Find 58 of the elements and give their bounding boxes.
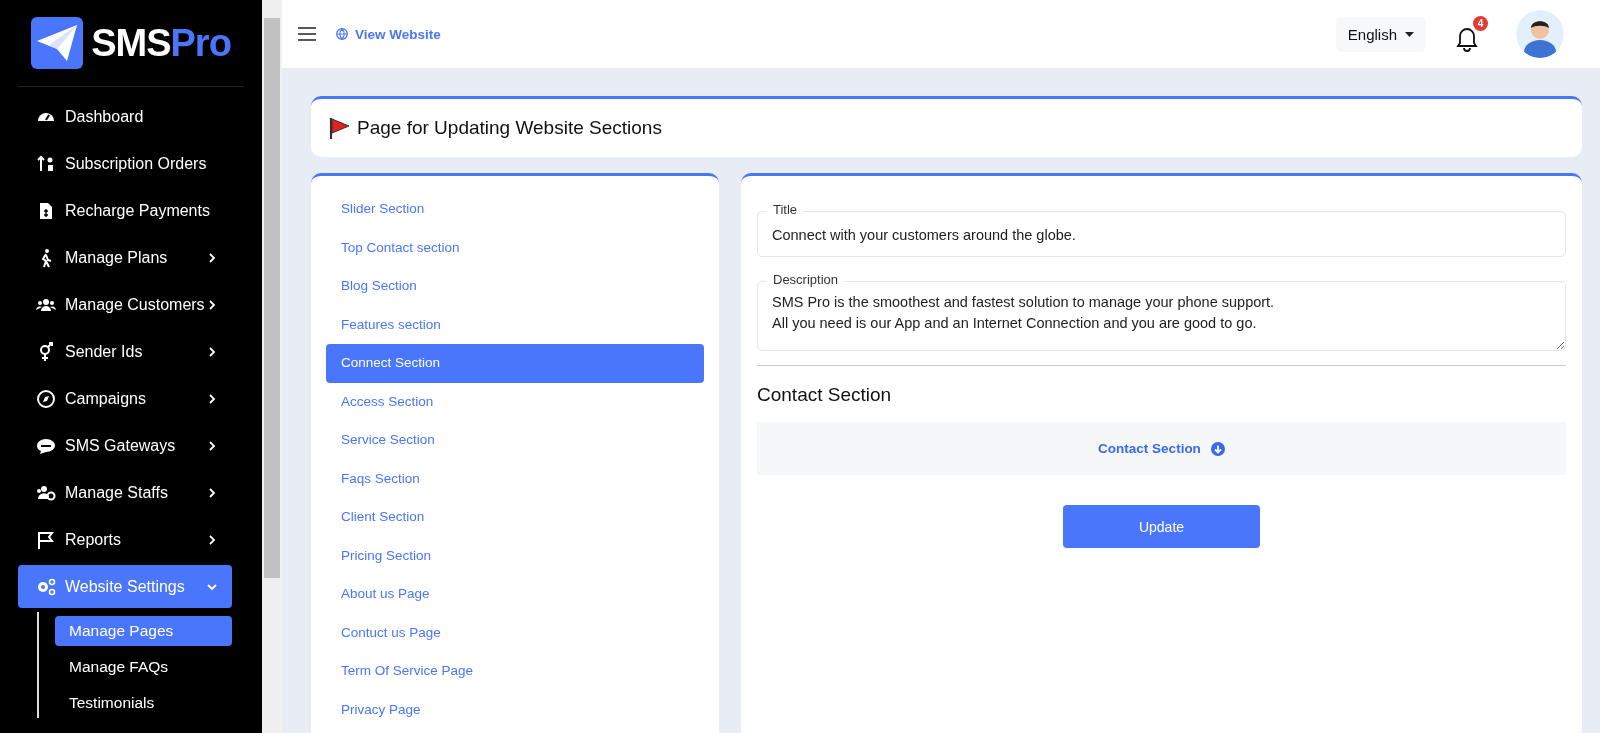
field-label: Description <box>767 272 845 287</box>
page-title: Page for Updating Website Sections <box>357 117 662 139</box>
sidebar-menu-item[interactable]: Manage Customers <box>18 283 232 326</box>
section-link[interactable]: Faqs Section <box>326 459 704 498</box>
section-link[interactable]: Contuct us Page <box>326 613 704 652</box>
chevron-icon <box>206 439 218 452</box>
chevron-icon <box>206 486 218 499</box>
section-heading: Contact Section <box>757 384 893 406</box>
section-link[interactable]: Access Section <box>326 382 704 421</box>
sidebar-menu-item[interactable]: Sender Ids <box>18 330 232 373</box>
menu-icon[interactable] <box>298 27 316 41</box>
chevron-icon <box>206 345 218 358</box>
sidebar-menu-item[interactable]: Website Settings <box>18 565 232 608</box>
view-website-link[interactable]: View Website <box>336 26 441 42</box>
section-link[interactable]: Client Section <box>326 498 704 537</box>
section-link[interactable]: Top Contact section <box>326 228 704 267</box>
arrow-circle-icon <box>1210 441 1225 456</box>
sidebar-menu-item[interactable]: Subscription Orders <box>18 142 232 185</box>
language-dropdown[interactable]: English <box>1335 16 1426 52</box>
flag-icon <box>327 116 351 140</box>
section-link[interactable]: Service Section <box>326 421 704 460</box>
sidebar-menu-item[interactable]: Manage Plans <box>18 236 232 279</box>
compass-icon <box>36 388 56 409</box>
sidebar-menu-item[interactable]: Reports <box>18 518 232 561</box>
notification-badge: 4 <box>1473 15 1488 31</box>
section-link[interactable]: Features section <box>326 305 704 344</box>
submenu-item[interactable]: Manage Pages <box>55 616 232 646</box>
sidebar-menu-item[interactable]: Manage Staffs <box>18 471 232 514</box>
sidebar-menu-item[interactable]: Campaigns <box>18 377 232 420</box>
flag-icon <box>36 529 56 550</box>
section-link[interactable]: Slider Section <box>326 190 704 229</box>
sidebar-scrollbar[interactable] <box>262 0 282 733</box>
globe-icon <box>336 28 348 40</box>
section-link[interactable]: About us Page <box>326 575 704 614</box>
caret-icon <box>1405 31 1414 37</box>
submenu-item[interactable]: Manage FAQs <box>55 652 232 682</box>
notification-button[interactable]: 4 <box>1454 15 1488 53</box>
paper-plane-logo-icon <box>31 17 84 69</box>
section-link[interactable]: Term Of Service Page <box>326 652 704 691</box>
submenu-item[interactable]: Testimonials <box>55 688 232 718</box>
chevron-icon <box>206 392 218 405</box>
update-button[interactable]: Update <box>1063 505 1260 548</box>
chevron-icon <box>206 533 218 546</box>
section-link[interactable]: Pricing Section <box>326 536 704 575</box>
avatar[interactable] <box>1516 10 1564 58</box>
accordion-toggle[interactable]: Contact Section <box>757 422 1566 475</box>
sidebar-menu-item[interactable]: SMS Gateways <box>18 424 232 467</box>
section-link[interactable]: Privacy Page <box>326 690 704 729</box>
gears-icon <box>36 576 56 597</box>
sidebar-menu-item[interactable]: Recharge Payments <box>18 189 232 232</box>
app-logo-text: SMSPro <box>91 21 231 65</box>
section-link[interactable]: Connect Section <box>326 344 704 383</box>
chevron-icon <box>206 251 218 264</box>
chevron-icon <box>206 298 218 311</box>
section-link[interactable]: Blog Section <box>326 267 704 306</box>
field-label: Title <box>767 202 804 217</box>
sort-icon <box>36 153 56 174</box>
sidebar-menu-item[interactable]: Dashboard <box>18 95 232 138</box>
